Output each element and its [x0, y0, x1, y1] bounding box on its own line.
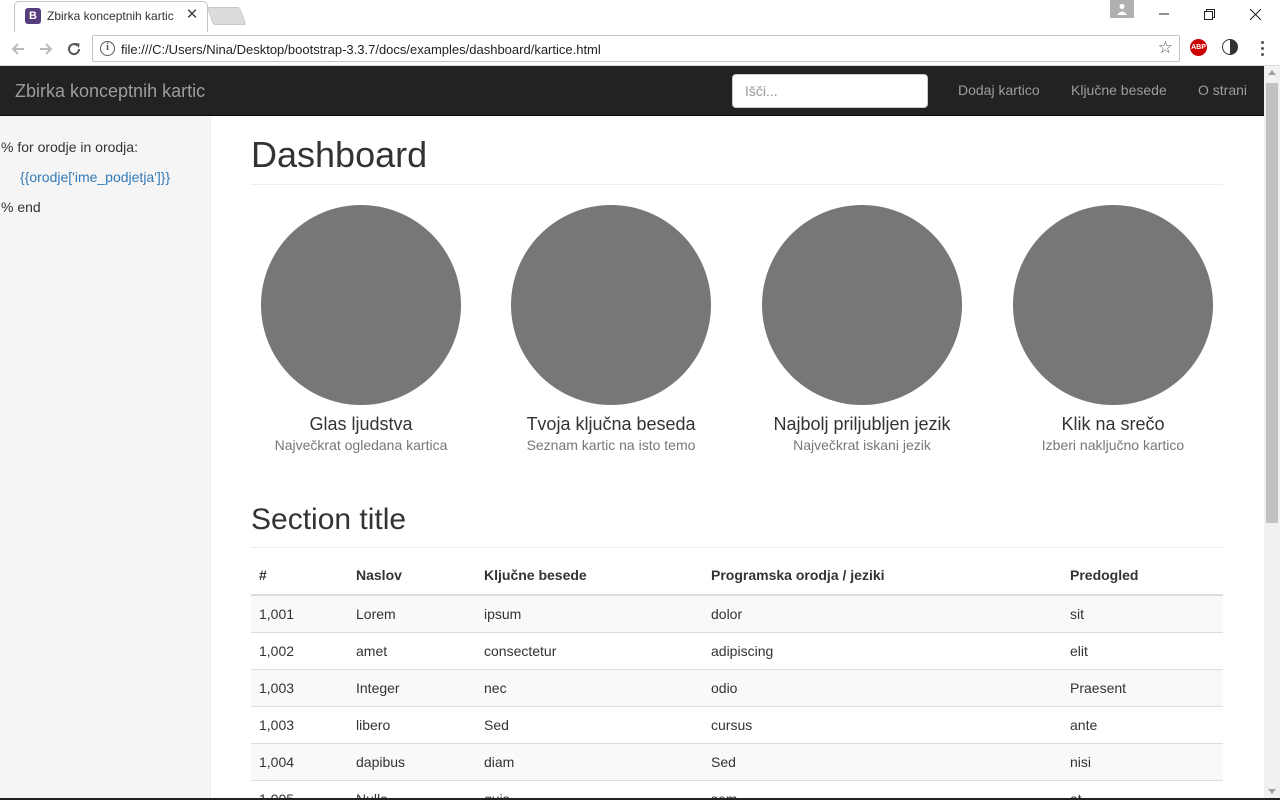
placeholder-image[interactable] — [511, 205, 711, 405]
search-input[interactable] — [732, 74, 928, 108]
table-cell: sit — [1062, 594, 1223, 632]
nav-link-dodaj-kartico[interactable]: Dodaj kartico — [958, 82, 1040, 98]
browser-tab[interactable]: B Zbirka konceptnih kartic ✕ — [14, 1, 208, 32]
placeholder-title: Klik na srečo — [1061, 414, 1165, 434]
table-header-row: # Naslov Ključne besede Programska orodj… — [251, 556, 1223, 596]
table-row: 1,001 Lorem ipsum dolor sit — [251, 594, 1223, 632]
adblock-plus-icon[interactable]: ABP — [1190, 39, 1207, 56]
reload-icon[interactable] — [63, 38, 85, 60]
table-cell: adipiscing — [703, 631, 1062, 669]
section-header: Section title — [251, 499, 1223, 548]
info-icon[interactable]: i — [100, 41, 115, 56]
page-title: Dashboard — [251, 134, 428, 175]
placeholder-card: Tvoja ključna beseda Seznam kartic na is… — [486, 205, 736, 453]
table-cell: dolor — [703, 594, 1062, 632]
placeholder-subtitle: Izberi naključno kartico — [1041, 437, 1185, 453]
table-cell: consectetur — [476, 631, 703, 669]
table-cell: amet — [348, 631, 476, 669]
nav-link-kljucne-besede[interactable]: Ključne besede — [1071, 82, 1167, 98]
navbar-brand[interactable]: Zbirka konceptnih kartic — [15, 81, 205, 102]
placeholder-subtitle: Največkrat ogledana kartica — [274, 437, 448, 453]
back-arrow-icon[interactable] — [7, 38, 29, 60]
table-cell: Nulla — [348, 779, 476, 798]
table-cell: ipsum — [476, 594, 703, 632]
table-cell: 1,003 — [251, 668, 348, 706]
table-cell: at — [1062, 779, 1223, 798]
table-cell: 1,004 — [251, 742, 348, 780]
placeholder-card: Najbolj priljubljen jezik Največkrat isk… — [737, 205, 987, 453]
table-cell: 1,002 — [251, 631, 348, 669]
table-cell: nisi — [1062, 742, 1223, 780]
url-text: file:///C:/Users/Nina/Desktop/bootstrap-… — [121, 42, 601, 57]
browser-menu-icon[interactable] — [1256, 37, 1268, 59]
column-header[interactable]: Ključne besede — [476, 556, 703, 596]
tab-title: Zbirka konceptnih kartic — [47, 9, 174, 23]
page-viewport: Zbirka konceptnih kartic Dodaj kartico K… — [0, 66, 1264, 798]
profile-icon[interactable] — [1110, 0, 1134, 18]
placeholder-subtitle: Seznam kartic na isto temo — [526, 437, 696, 453]
sidebar-template-line-for: % for orodje in orodja: — [1, 139, 138, 155]
table-row: 1,003 libero Sed cursus ante — [251, 705, 1223, 743]
placeholder-title: Glas ljudstva — [309, 414, 413, 434]
placeholder-image[interactable] — [261, 205, 461, 405]
table-cell: Praesent — [1062, 668, 1223, 706]
bootstrap-favicon-icon: B — [25, 8, 41, 24]
table-cell: Sed — [476, 705, 703, 743]
browser-toolbar: i file:///C:/Users/Nina/Desktop/bootstra… — [0, 32, 1280, 66]
new-tab-button[interactable] — [206, 7, 247, 25]
table-cell: 1,003 — [251, 705, 348, 743]
table-cell: Sed — [703, 742, 1062, 780]
sidebar-template-line-end: % end — [1, 199, 41, 215]
placeholder-subtitle: Največkrat iskani jezik — [793, 437, 931, 453]
column-header[interactable]: Predogled — [1062, 556, 1223, 596]
table-cell: odio — [703, 668, 1062, 706]
column-header[interactable]: Naslov — [348, 556, 476, 596]
vertical-scrollbar[interactable] — [1264, 66, 1280, 798]
close-window-icon[interactable] — [1232, 0, 1278, 28]
placeholder-card: Klik na srečo Izberi naključno kartico — [988, 205, 1238, 453]
bookmark-star-icon[interactable]: ☆ — [1158, 39, 1173, 57]
placeholder-title: Najbolj priljubljen jezik — [773, 414, 951, 434]
table-cell: sem — [703, 779, 1062, 798]
table-row: 1,003 Integer nec odio Praesent — [251, 668, 1223, 706]
scrollbar-thumb[interactable] — [1266, 83, 1278, 523]
placeholder-image[interactable] — [762, 205, 962, 405]
table-row: 1,002 amet consectetur adipiscing elit — [251, 631, 1223, 669]
table-row: 1,004 dapibus diam Sed nisi — [251, 742, 1223, 780]
column-header[interactable]: # — [251, 556, 348, 596]
table-cell: ante — [1062, 705, 1223, 743]
table-cell: Lorem — [348, 594, 476, 632]
table-cell: 1,001 — [251, 594, 348, 632]
table-cell: cursus — [703, 705, 1062, 743]
table-cell: 1,005 — [251, 779, 348, 798]
sidebar: % for orodje in orodja: {{orodje['ime_po… — [0, 116, 211, 798]
address-bar[interactable]: i file:///C:/Users/Nina/Desktop/bootstra… — [92, 35, 1180, 62]
top-navbar: Zbirka konceptnih kartic Dodaj kartico K… — [0, 66, 1264, 116]
table-cell: diam — [476, 742, 703, 780]
minimize-icon[interactable] — [1141, 0, 1187, 28]
forward-arrow-icon[interactable] — [35, 38, 57, 60]
table-cell: Integer — [348, 668, 476, 706]
table-cell: quis — [476, 779, 703, 798]
contrast-extension-icon[interactable] — [1222, 39, 1238, 55]
sidebar-item-link[interactable]: {{orodje['ime_podjetja']}} — [20, 169, 170, 185]
table-cell: nec — [476, 668, 703, 706]
placeholder-image[interactable] — [1013, 205, 1213, 405]
table-row: 1,005 Nulla quis sem at — [251, 779, 1223, 798]
data-table: # Naslov Ključne besede Programska orodj… — [251, 556, 1223, 798]
section-title: Section title — [251, 503, 407, 536]
table-cell: libero — [348, 705, 476, 743]
tab-close-icon[interactable]: ✕ — [183, 6, 201, 24]
placeholder-card: Glas ljudstva Največkrat ogledana kartic… — [236, 205, 486, 453]
scroll-up-arrow-icon[interactable] — [1268, 70, 1276, 75]
nav-link-o-strani[interactable]: O strani — [1198, 82, 1247, 98]
column-header[interactable]: Programska orodja / jeziki — [703, 556, 1062, 596]
table-cell: dapibus — [348, 742, 476, 780]
page-header: Dashboard — [251, 135, 1223, 185]
placeholder-title: Tvoja ključna beseda — [526, 414, 696, 434]
browser-titlebar: B Zbirka konceptnih kartic ✕ — [0, 0, 1280, 32]
scroll-down-arrow-icon[interactable] — [1268, 789, 1276, 794]
restore-icon[interactable] — [1186, 0, 1232, 28]
table-cell: elit — [1062, 631, 1223, 669]
